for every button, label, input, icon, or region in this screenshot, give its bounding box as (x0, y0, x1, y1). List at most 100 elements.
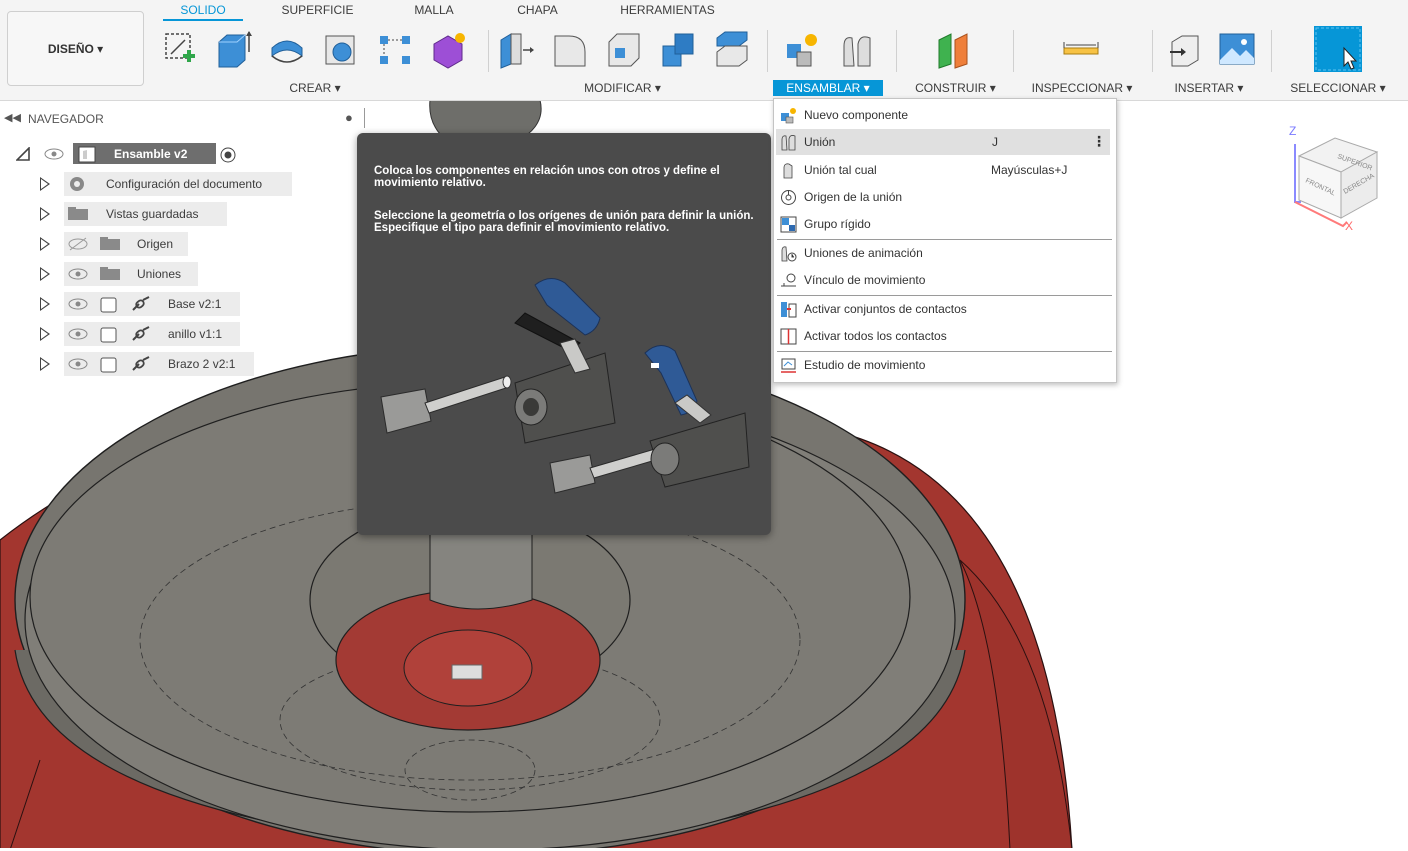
browser-item-origen[interactable]: Origen (0, 232, 372, 256)
tab-solido[interactable]: SOLIDO (163, 3, 243, 17)
folder-icon (68, 207, 88, 220)
construir-menu[interactable]: CONSTRUIR ▾ (908, 80, 1003, 96)
insert-image-icon[interactable] (1218, 30, 1256, 70)
tooltip-text-2: Seleccione la geometría o los orígenes d… (374, 210, 754, 234)
select-icon[interactable] (1314, 26, 1362, 72)
shell-icon[interactable] (322, 30, 360, 70)
motion-link-icon (781, 273, 796, 287)
eye-icon[interactable] (67, 327, 89, 341)
expand-triangle-icon[interactable] (40, 207, 50, 221)
browser-item-label: Base v2:1 (168, 297, 222, 311)
browser-root-row[interactable]: Ensamble v2 (0, 142, 372, 166)
menu-item-vinculo-movimiento[interactable]: Vínculo de movimiento (774, 267, 1116, 293)
menu-item-nuevo-componente[interactable]: Nuevo componente (774, 102, 1116, 128)
menu-item-conjuntos-contactos[interactable]: Activar conjuntos de contactos (774, 296, 1116, 322)
toolbar-separator (1271, 30, 1272, 72)
browser-item-label: Brazo 2 v2:1 (168, 357, 236, 371)
browser-item-label: Configuración del documento (106, 177, 263, 191)
menu-item-grupo-rigido[interactable]: Grupo rígido (774, 211, 1116, 237)
modificar-menu[interactable]: MODIFICAR ▾ (575, 80, 670, 96)
fillet-icon[interactable] (551, 30, 589, 70)
animate-joints-icon (781, 246, 797, 262)
tab-herramientas[interactable]: HERRAMIENTAS (605, 3, 730, 17)
joint-tooltip: Coloca los componentes en relación unos … (357, 133, 771, 535)
tab-chapa[interactable]: CHAPA (500, 3, 575, 17)
menu-item-estudio-movimiento[interactable]: Estudio de movimiento (774, 352, 1116, 378)
rigid-group-icon (780, 216, 797, 233)
revolve-icon[interactable] (268, 30, 306, 70)
eye-icon[interactable] (67, 267, 89, 281)
as-built-joint-icon (783, 163, 793, 179)
eye-icon[interactable] (44, 147, 64, 161)
press-pull-icon[interactable] (497, 30, 535, 70)
browser-pin-icon[interactable]: ● (345, 110, 353, 125)
tab-superficie[interactable]: SUPERFICIE (270, 3, 365, 17)
browser-item-label: Vistas guardadas (106, 207, 199, 221)
ensamblar-dropdown: Nuevo componente Unión J ⋮ Unión tal cua… (773, 98, 1117, 383)
eye-icon[interactable] (67, 297, 89, 311)
create-form-icon[interactable] (430, 30, 468, 70)
browser-item-uniones[interactable]: Uniones (0, 262, 372, 286)
root-label: Ensamble v2 (114, 147, 188, 161)
create-sketch-icon[interactable] (163, 30, 201, 70)
more-options-icon[interactable]: ⋮ (1092, 133, 1106, 150)
all-contacts-icon (780, 328, 797, 345)
toolbar-separator (767, 30, 768, 72)
expand-triangle-icon[interactable] (40, 297, 50, 311)
menu-item-union-tal-cual[interactable]: Unión tal cual Mayúsculas+J (774, 157, 1116, 183)
view-cube[interactable]: SUPERIOR FRONTAL DERECHA Z X (1287, 122, 1387, 234)
link-icon (132, 296, 150, 311)
browser-item-brazo[interactable]: Brazo 2 v2:1 (0, 352, 372, 376)
rectangular-pattern-icon[interactable] (376, 30, 414, 70)
collapse-browser-icon[interactable]: ◀◀ (4, 111, 21, 124)
component-icon (100, 327, 117, 343)
extrude-icon[interactable] (215, 30, 253, 70)
measure-icon[interactable] (1062, 30, 1100, 70)
joint-origin-icon (781, 190, 796, 205)
link-icon (132, 326, 150, 341)
menu-item-origen-union[interactable]: Origen de la unión (774, 184, 1116, 210)
tab-malla[interactable]: MALLA (395, 3, 473, 17)
browser-panel: ◀◀ NAVEGADOR ● Ensamble v2 Configuración… (0, 106, 372, 376)
expand-triangle-icon[interactable] (40, 237, 50, 251)
browser-item-base[interactable]: Base v2:1 (0, 292, 372, 316)
toolbar-separator (488, 30, 489, 72)
browser-item-anillo[interactable]: anillo v1:1 (0, 322, 372, 346)
seleccionar-menu[interactable]: SELECCIONAR ▾ (1284, 80, 1392, 96)
eye-hidden-icon[interactable] (67, 237, 89, 251)
eye-icon[interactable] (67, 357, 89, 371)
joint-icon (781, 135, 796, 151)
menu-item-todos-contactos[interactable]: Activar todos los contactos (774, 323, 1116, 349)
expand-triangle-icon[interactable] (40, 357, 50, 371)
insert-derive-icon[interactable] (1166, 30, 1204, 70)
activate-radio-icon[interactable] (219, 146, 237, 164)
tooltip-text-1: Coloca los componentes en relación unos … (374, 165, 720, 189)
chamfer-icon[interactable] (605, 30, 643, 70)
menu-item-uniones-animacion[interactable]: Uniones de animación (774, 240, 1116, 266)
inspeccionar-menu[interactable]: INSPECCIONAR ▾ (1026, 80, 1138, 96)
design-workspace-button[interactable]: DISEÑO ▾ (7, 11, 144, 86)
menu-item-union[interactable]: Unión J ⋮ (776, 129, 1110, 155)
expand-triangle-icon[interactable] (40, 177, 50, 191)
crear-menu[interactable]: CREAR ▾ (280, 80, 350, 96)
ensamblar-menu[interactable]: ENSAMBLAR ▾ (773, 80, 883, 96)
new-component-icon[interactable] (783, 30, 821, 70)
insertar-menu[interactable]: INSERTAR ▾ (1165, 80, 1253, 96)
tooltip-illustration (380, 278, 750, 494)
expanded-triangle-icon[interactable] (16, 147, 30, 161)
contact-sets-icon (781, 302, 797, 318)
browser-title: NAVEGADOR (28, 112, 104, 126)
gear-icon (70, 177, 84, 191)
combine-icon[interactable] (659, 30, 697, 70)
component-icon (100, 357, 117, 373)
active-tab-indicator (163, 19, 243, 21)
joint-icon[interactable] (838, 30, 876, 70)
browser-item-configuracion[interactable]: Configuración del documento (0, 172, 372, 196)
expand-triangle-icon[interactable] (40, 267, 50, 281)
expand-triangle-icon[interactable] (40, 327, 50, 341)
toolbar-separator (896, 30, 897, 72)
split-body-icon[interactable] (713, 30, 751, 70)
browser-item-vistas[interactable]: Vistas guardadas (0, 202, 372, 226)
browser-item-label: anillo v1:1 (168, 327, 223, 341)
offset-plane-icon[interactable] (935, 30, 973, 70)
